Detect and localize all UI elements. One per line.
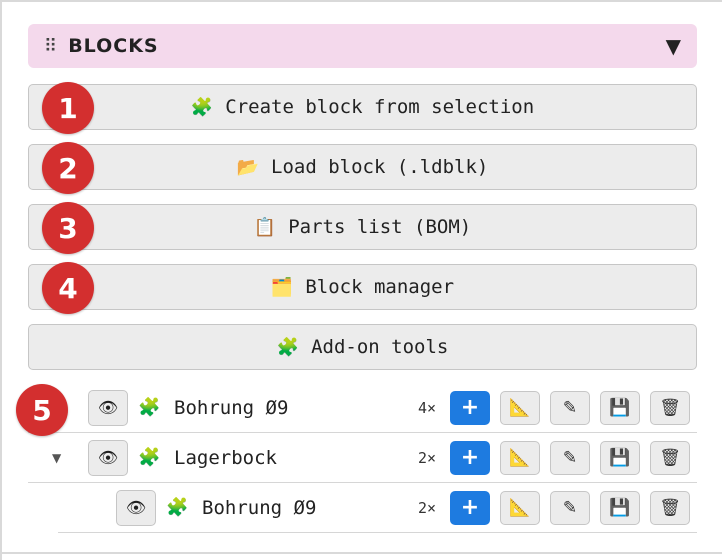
clipboard-icon: 📋 — [253, 216, 277, 238]
step-badge-3: 3 — [42, 202, 94, 254]
visibility-toggle-button[interactable]: 👁 — [116, 489, 156, 526]
step-badge-4: 4 — [42, 262, 94, 314]
instance-count: 2× — [418, 448, 437, 467]
floppy-disk-icon: 💾 — [609, 497, 631, 518]
save-button[interactable]: 💾 — [600, 440, 640, 475]
measure-button[interactable]: 📐 — [500, 490, 540, 525]
puzzle-icon: 🧩 — [138, 447, 161, 468]
parts-list-button[interactable]: 📋 Parts list (BOM) — [28, 204, 697, 250]
save-button[interactable]: 💾 — [600, 390, 640, 425]
table-row: ▼ 👁 🧩 Lagerbock 2× + 📐 ✎ 💾 🗑 — [28, 433, 697, 483]
plus-icon: + — [460, 395, 480, 420]
instance-count: 4× — [418, 398, 437, 417]
edit-button[interactable]: ✎ — [550, 490, 590, 525]
folder-open-icon: 📂 — [236, 156, 260, 178]
puzzle-icon: 🧩 — [138, 397, 161, 418]
trash-icon: 🗑 — [659, 497, 681, 518]
block-manager-label: Block manager — [305, 276, 455, 298]
edit-button[interactable]: ✎ — [550, 390, 590, 425]
floppy-disk-icon: 💾 — [609, 397, 631, 418]
block-manager-button[interactable]: 🗂️ Block manager — [28, 264, 697, 310]
instance-count: 2× — [418, 498, 437, 517]
triangular-ruler-icon: 📐 — [509, 497, 531, 518]
block-name: Lagerbock — [174, 446, 277, 469]
save-button[interactable]: 💾 — [600, 490, 640, 525]
drag-handle-icon[interactable]: ⠿ — [44, 36, 57, 57]
pencil-icon: ✎ — [562, 497, 578, 518]
measure-button[interactable]: 📐 — [500, 390, 540, 425]
plus-icon: + — [460, 495, 480, 520]
addon-tools-button[interactable]: 🧩 Add-on tools — [28, 324, 697, 370]
trash-icon: 🗑 — [659, 447, 681, 468]
addon-tools-label: Add-on tools — [311, 336, 449, 358]
measure-button[interactable]: 📐 — [500, 440, 540, 475]
section-title: BLOCKS — [68, 35, 159, 57]
visibility-toggle-button[interactable]: 👁 — [88, 439, 128, 476]
puzzle-icon: 🧩 — [166, 497, 189, 518]
plus-icon: + — [460, 445, 480, 470]
eye-icon: 👁 — [97, 398, 119, 417]
panel-bottom-border — [0, 552, 722, 554]
delete-button[interactable]: 🗑 — [650, 440, 690, 475]
block-name: Bohrung Ø9 — [174, 396, 289, 419]
pencil-icon: ✎ — [562, 447, 578, 468]
step-badge-2: 2 — [42, 142, 94, 194]
pencil-icon: ✎ — [562, 397, 578, 418]
step-badge-1: 1 — [42, 82, 94, 134]
load-block-label: Load block (.ldblk) — [271, 156, 489, 178]
delete-button[interactable]: 🗑 — [650, 390, 690, 425]
triangular-ruler-icon: 📐 — [509, 447, 531, 468]
puzzle-icon: 🧩 — [190, 96, 214, 118]
step-badge-5: 5 — [16, 384, 68, 436]
visibility-toggle-button[interactable]: 👁 — [88, 389, 128, 426]
table-row: 👁 🧩 Bohrung Ø9 2× + 📐 ✎ 💾 🗑 — [58, 483, 697, 533]
block-name: Bohrung Ø9 — [202, 496, 317, 519]
blocks-section-header[interactable]: ⠿ BLOCKS ▼ — [28, 24, 697, 68]
expand-caret-icon[interactable]: ▼ — [52, 451, 61, 465]
insert-block-button[interactable]: + — [450, 440, 490, 475]
create-block-button[interactable]: 🧩 Create block from selection — [28, 84, 697, 130]
create-block-label: Create block from selection — [225, 96, 535, 118]
edit-button[interactable]: ✎ — [550, 440, 590, 475]
parts-list-label: Parts list (BOM) — [288, 216, 472, 238]
floppy-disk-icon: 💾 — [609, 447, 631, 468]
insert-block-button[interactable]: + — [450, 490, 490, 525]
triangular-ruler-icon: 📐 — [509, 397, 531, 418]
collapse-toggle-icon[interactable]: ▼ — [666, 34, 681, 58]
trash-icon: 🗑 — [659, 397, 681, 418]
eye-icon: 👁 — [97, 448, 119, 467]
card-index-icon: 🗂️ — [270, 276, 294, 298]
insert-block-button[interactable]: + — [450, 390, 490, 425]
delete-button[interactable]: 🗑 — [650, 490, 690, 525]
load-block-button[interactable]: 📂 Load block (.ldblk) — [28, 144, 697, 190]
puzzle-icon: 🧩 — [276, 336, 300, 358]
eye-icon: 👁 — [125, 498, 147, 517]
table-row: 👁 🧩 Bohrung Ø9 4× + 📐 ✎ 💾 🗑 — [28, 383, 697, 433]
